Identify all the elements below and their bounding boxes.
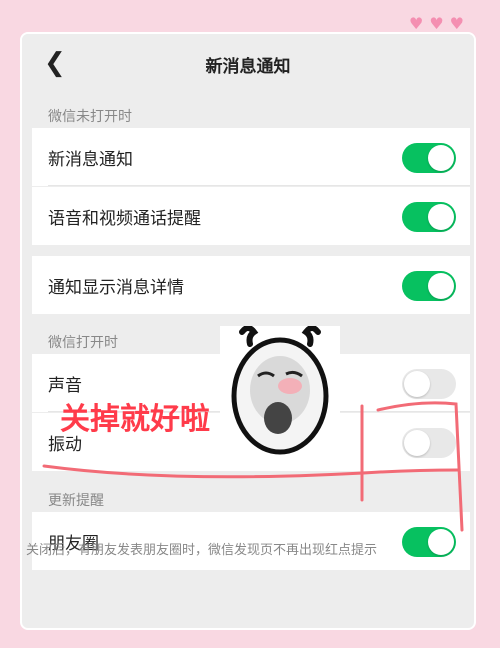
show-details-toggle[interactable] xyxy=(402,271,456,301)
vibration-toggle[interactable] xyxy=(402,428,456,458)
section-label-closed: 微信未打开时 xyxy=(48,109,132,125)
row-label: 通知显示消息详情 xyxy=(48,277,184,298)
row-show-message-details[interactable]: 通知显示消息详情 xyxy=(32,256,470,314)
nav-bar: ❮ 新消息通知 xyxy=(22,34,474,94)
row-label: 声音 xyxy=(48,375,82,396)
voice-video-toggle[interactable] xyxy=(402,202,456,232)
meme-sticker xyxy=(220,326,340,456)
section-label-open: 微信打开时 xyxy=(48,335,118,351)
row-moments[interactable]: 朋友圈 xyxy=(32,512,470,570)
new-message-toggle[interactable] xyxy=(402,143,456,173)
footer-note: 关闭后，有朋友发表朋友圈时，微信发现页不再出现红点提示 xyxy=(26,543,378,558)
hearts-decoration: ♥♥♥ xyxy=(408,14,470,33)
annotation-text: 关掉就好啦 xyxy=(60,402,210,437)
row-new-message-notification[interactable]: 新消息通知 xyxy=(32,128,470,186)
section-label-updates: 更新提醒 xyxy=(48,493,104,509)
row-label: 语音和视频通话提醒 xyxy=(48,208,201,229)
row-voice-video-alert[interactable]: 语音和视频通话提醒 xyxy=(32,187,470,245)
row-label: 新消息通知 xyxy=(48,149,133,170)
page-title: 新消息通知 xyxy=(205,57,291,77)
sound-toggle[interactable] xyxy=(402,369,456,399)
